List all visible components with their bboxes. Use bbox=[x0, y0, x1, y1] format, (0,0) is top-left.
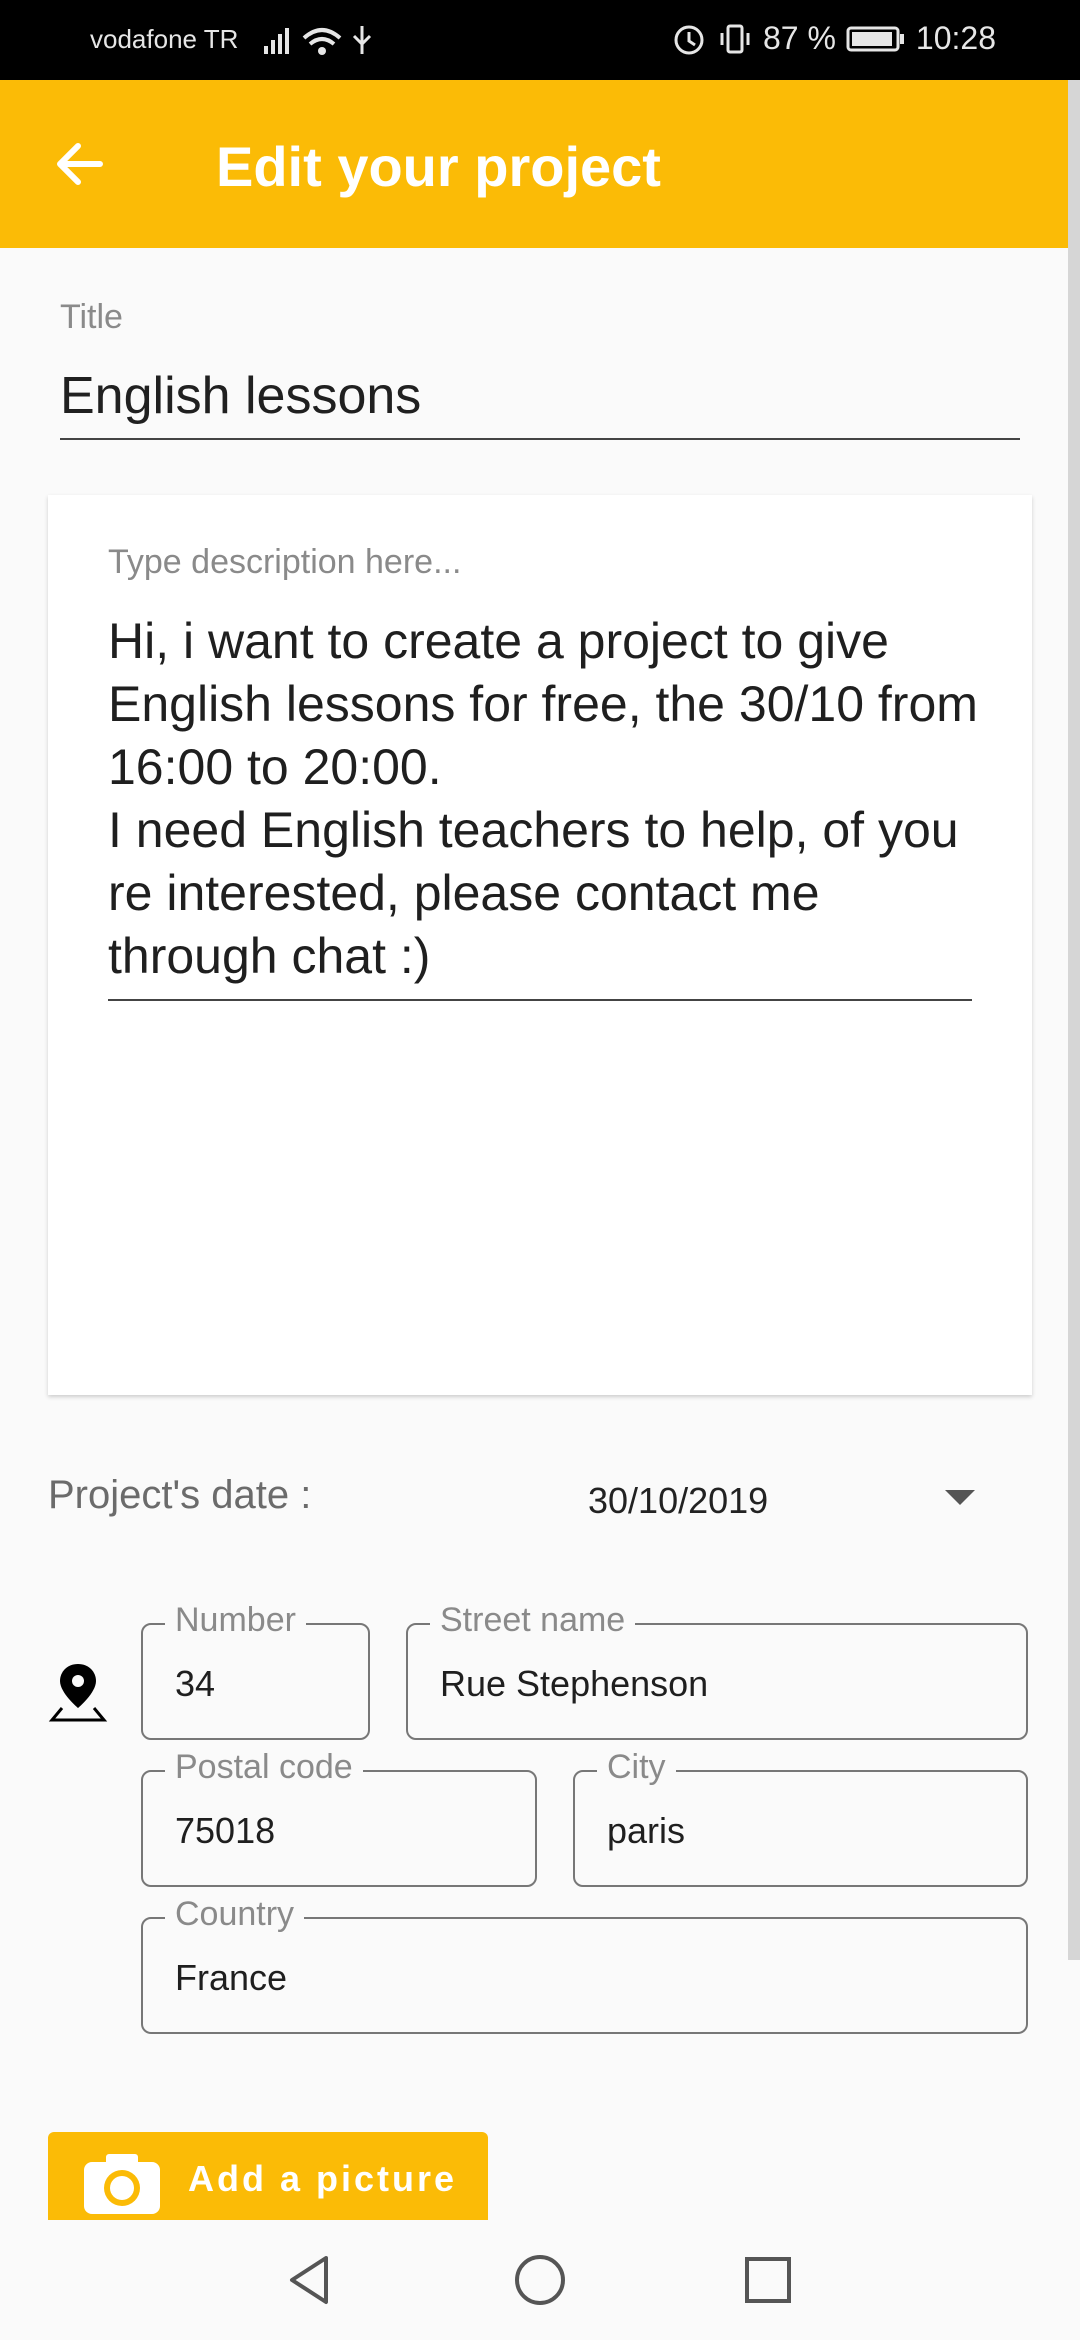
battery-percent: 87 % bbox=[762, 20, 836, 56]
dropdown-arrow-icon[interactable] bbox=[945, 1490, 975, 1505]
title-label: Title bbox=[60, 298, 123, 336]
country-value[interactable]: France bbox=[175, 1957, 287, 1999]
description-card[interactable]: Type description here... Hi, i want to c… bbox=[48, 495, 1032, 1395]
city-label: City bbox=[597, 1748, 676, 1787]
postal-code-field[interactable]: Postal code 75018 bbox=[141, 1748, 537, 1887]
description-hint: Type description here... bbox=[108, 543, 462, 581]
battery-icon bbox=[846, 26, 904, 51]
date-select[interactable]: 30/10/2019 bbox=[588, 1480, 768, 1522]
add-picture-label: Add a picture bbox=[188, 2158, 458, 2199]
nav-back-icon[interactable] bbox=[280, 2250, 340, 2310]
app-bar: Edit your project bbox=[0, 80, 1080, 248]
description-underline bbox=[108, 999, 972, 1001]
postal-code-value[interactable]: 75018 bbox=[175, 1810, 275, 1852]
system-nav-bar bbox=[0, 2220, 1080, 2340]
signal-wifi-usb-icons bbox=[262, 20, 382, 67]
country-label: Country bbox=[165, 1895, 305, 1934]
scrollbar[interactable] bbox=[1068, 80, 1080, 1960]
clock: 10:28 bbox=[915, 20, 996, 56]
street-field[interactable]: Street name Rue Stephenson bbox=[406, 1601, 1028, 1740]
street-value[interactable]: Rue Stephenson bbox=[440, 1663, 708, 1705]
status-bar: vodafone TR 87 % 10:28 bbox=[0, 0, 1080, 80]
date-label: Project's date : bbox=[48, 1473, 312, 1517]
postal-code-label: Postal code bbox=[165, 1748, 363, 1787]
number-field[interactable]: Number 34 bbox=[141, 1601, 370, 1740]
title-input[interactable]: English lessons bbox=[60, 366, 421, 426]
number-label: Number bbox=[165, 1601, 306, 1640]
page-title: Edit your project bbox=[216, 135, 661, 198]
nav-home-icon[interactable] bbox=[510, 2250, 570, 2310]
alarm-icon bbox=[674, 25, 704, 54]
title-underline bbox=[60, 438, 1020, 440]
street-label: Street name bbox=[430, 1601, 636, 1640]
carrier-name: vodafone TR bbox=[90, 24, 239, 54]
country-field[interactable]: Country France bbox=[141, 1895, 1028, 2034]
city-value[interactable]: paris bbox=[607, 1810, 685, 1852]
vibrate-icon bbox=[720, 24, 750, 53]
nav-recents-icon[interactable] bbox=[738, 2250, 798, 2310]
city-field[interactable]: City paris bbox=[573, 1748, 1028, 1887]
description-input[interactable]: Hi, i want to create a project to give E… bbox=[108, 610, 978, 988]
number-value[interactable]: 34 bbox=[175, 1663, 215, 1705]
map-pin-icon bbox=[48, 1664, 108, 1722]
back-arrow-icon[interactable] bbox=[50, 134, 110, 194]
add-picture-button[interactable]: Add a picture bbox=[48, 2132, 488, 2220]
status-right: 87 % 10:28 bbox=[671, 20, 996, 57]
camera-icon bbox=[84, 2154, 160, 2214]
